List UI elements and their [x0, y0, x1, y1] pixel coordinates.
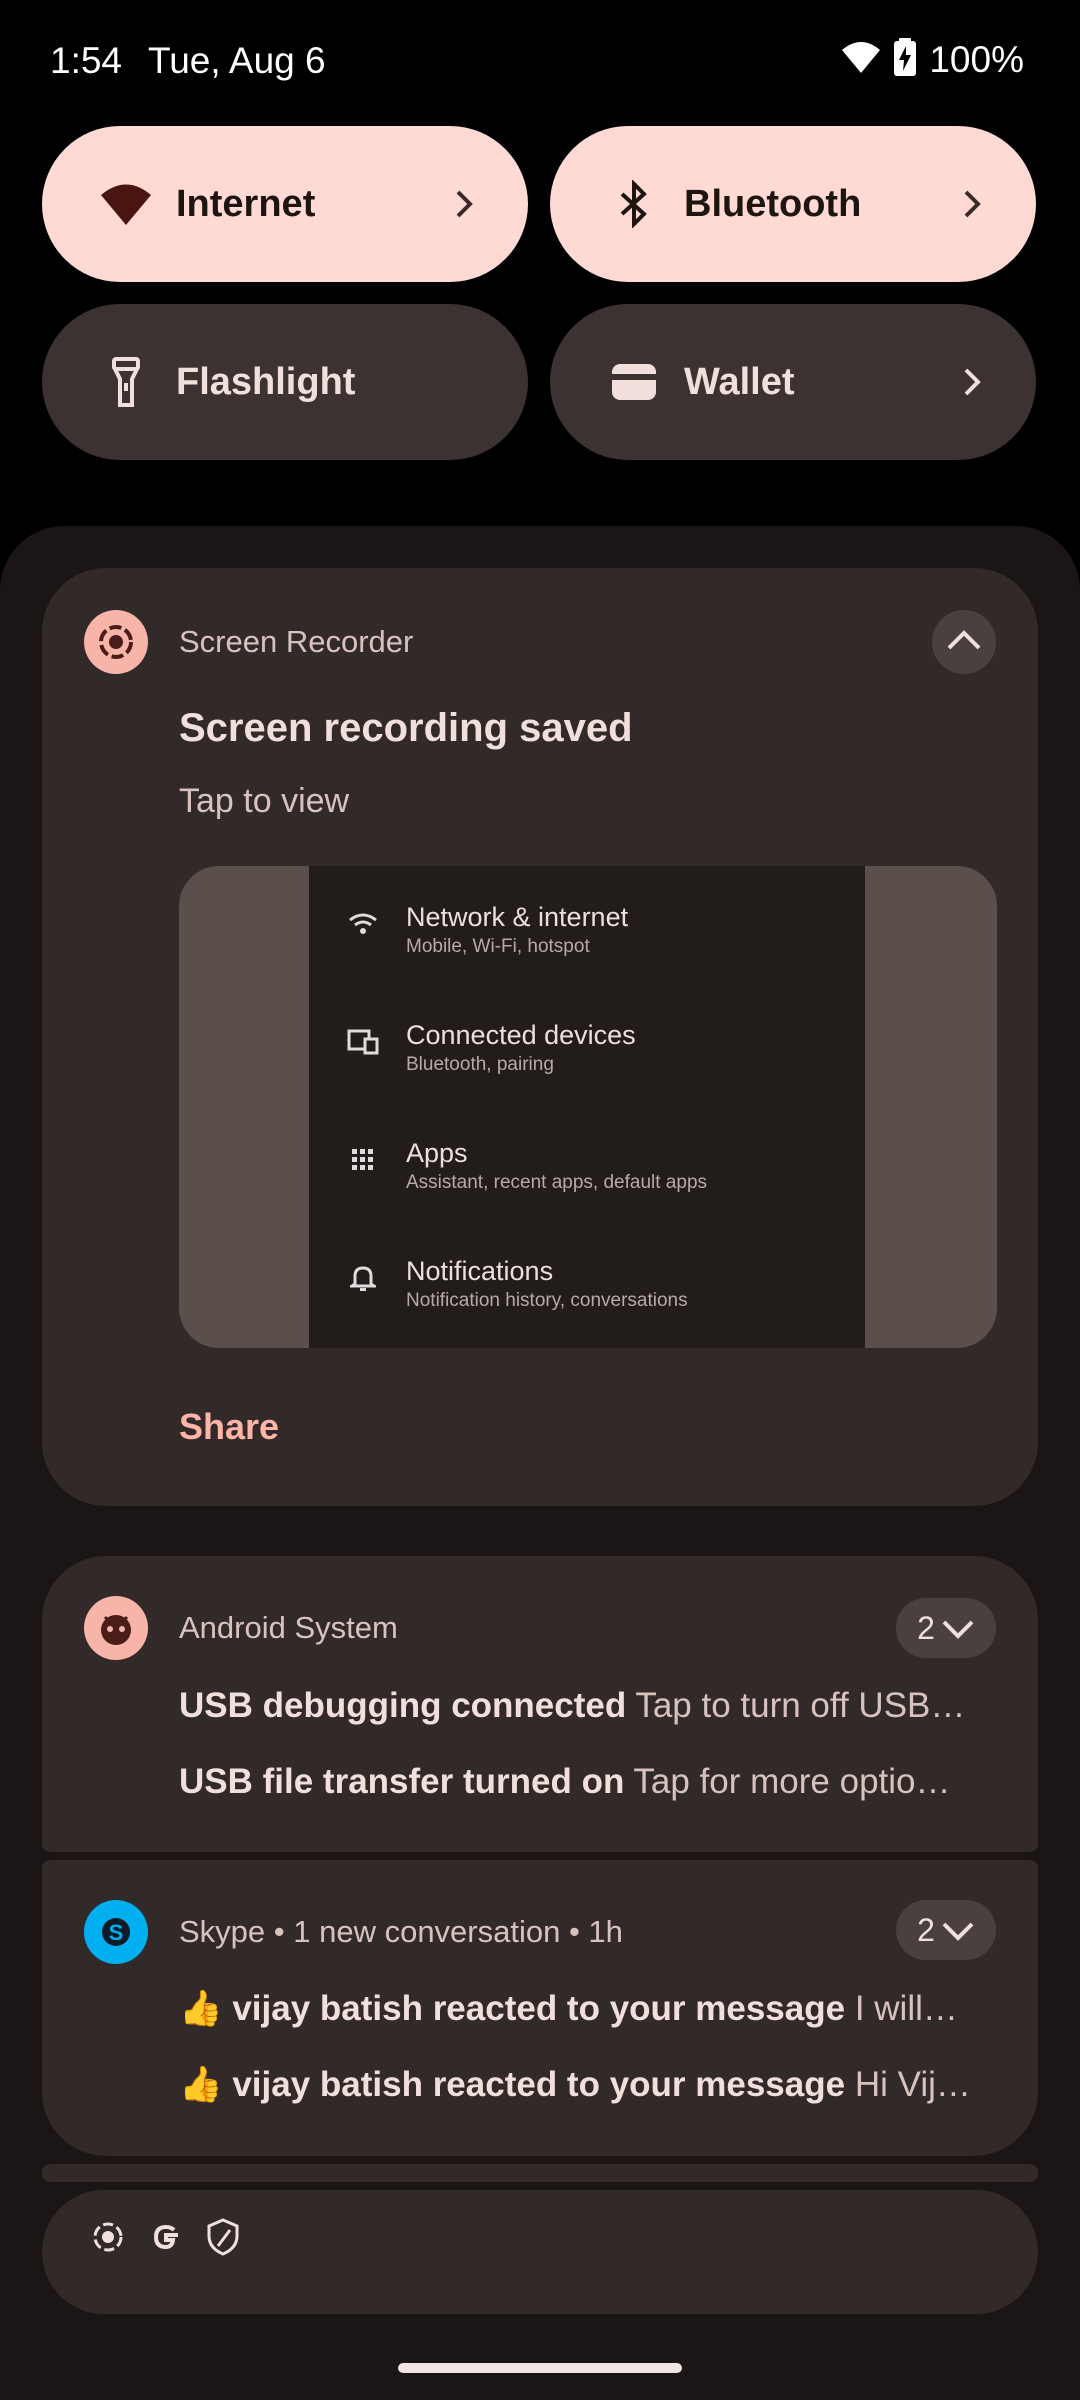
wifi-icon: [347, 908, 379, 940]
bluetooth-icon: [608, 178, 660, 230]
preview-item-title: Notifications: [406, 1256, 554, 1286]
battery-percent: 100%: [929, 38, 1024, 80]
tile-internet[interactable]: Internet: [42, 126, 528, 282]
tile-label: Flashlight: [176, 360, 356, 403]
silent-notifications-row[interactable]: [42, 2190, 1038, 2314]
notification-screen-recorder[interactable]: Screen Recorder Screen recording saved T…: [42, 568, 1038, 1506]
status-date: Tue, Aug 6: [148, 40, 326, 81]
app-name: Screen Recorder: [179, 624, 414, 659]
line-text: Hi Vij…: [854, 2065, 971, 2104]
screen-recorder-icon: [84, 610, 148, 674]
tile-bluetooth[interactable]: Bluetooth: [550, 126, 1036, 282]
notification-subtitle: Tap to view: [179, 782, 350, 820]
home-gesture-bar[interactable]: [398, 2363, 682, 2373]
tile-flashlight[interactable]: Flashlight: [42, 304, 528, 460]
notification-title: Screen recording saved: [179, 706, 633, 750]
tile-label: Internet: [176, 182, 316, 225]
preview-item-subtitle: Bluetooth, pairing: [406, 1054, 554, 1075]
line-title: vijay batish reacted to your message: [232, 2065, 846, 2104]
status-time: 1:54: [50, 40, 123, 81]
preview-item-title: Connected devices: [406, 1020, 636, 1050]
silent-app-icons: [90, 2218, 240, 2261]
line-text: I will…: [854, 1989, 958, 2028]
chevron-right-icon: [952, 362, 992, 402]
skype-icon: S: [84, 1900, 148, 1964]
notification-header: Skype • 1 new conversation • 1h: [179, 1914, 623, 1949]
preview-screen: Network & internet Mobile, Wi-Fi, hotspo…: [309, 866, 865, 1348]
recording-preview[interactable]: Network & internet Mobile, Wi-Fi, hotspo…: [179, 866, 997, 1348]
preview-item-subtitle: Notification history, conversations: [406, 1290, 688, 1311]
status-bar: 1:54 Tue, Aug 6 100%: [0, 0, 1080, 126]
chevron-right-icon: [444, 184, 484, 224]
collapse-button[interactable]: [932, 610, 996, 674]
notification-skype[interactable]: S Skype • 1 new conversation • 1h 2 👍 vi…: [42, 1860, 1038, 2156]
line-title: USB file transfer turned on: [179, 1762, 625, 1801]
battery-charging-icon: [893, 38, 917, 81]
tile-label: Bluetooth: [684, 182, 862, 225]
thumbs-up-icon: 👍: [179, 1989, 223, 2028]
bell-icon: [347, 1262, 379, 1294]
preview-item-title: Apps: [406, 1138, 468, 1168]
notification-line: USB debugging connected Tap to turn off …: [179, 1686, 999, 1726]
google-icon: [148, 2219, 184, 2260]
notification-count: 2: [917, 1911, 935, 1948]
preview-item: Notifications Notification history, conv…: [309, 1220, 865, 1338]
preview-item-subtitle: Mobile, Wi-Fi, hotspot: [406, 936, 590, 957]
tile-label: Wallet: [684, 360, 795, 403]
android-system-icon: [84, 1596, 148, 1660]
wifi-icon: [100, 178, 152, 230]
chevron-up-icon: [946, 629, 982, 656]
notification-android-system[interactable]: Android System 2 USB debugging connected…: [42, 1556, 1038, 1852]
notification-line: 👍 vijay batish reacted to your message H…: [179, 2064, 999, 2105]
notification-line: 👍 vijay batish reacted to your message I…: [179, 1988, 999, 2029]
devices-icon: [347, 1026, 379, 1058]
chevron-right-icon: [952, 184, 992, 224]
chevron-down-icon: [941, 1610, 975, 1647]
shield-icon: [206, 2218, 240, 2261]
preview-item: Apps Assistant, recent apps, default app…: [309, 1102, 865, 1220]
flashlight-icon: [100, 356, 152, 408]
thumbs-up-icon: 👍: [179, 2065, 223, 2104]
preview-item-subtitle: Assistant, recent apps, default apps: [406, 1172, 708, 1193]
share-button[interactable]: Share: [179, 1406, 279, 1448]
tile-wallet[interactable]: Wallet: [550, 304, 1036, 460]
preview-item: Network & internet Mobile, Wi-Fi, hotspo…: [309, 866, 865, 984]
preview-item: Connected devices Bluetooth, pairing: [309, 984, 865, 1102]
status-indicators: 100%: [841, 38, 1024, 81]
line-title: USB debugging connected: [179, 1686, 627, 1725]
svg-text:S: S: [109, 1920, 124, 1945]
wallet-icon: [608, 356, 660, 408]
apps-grid-icon: [347, 1144, 379, 1176]
notification-overflow-strip[interactable]: [42, 2164, 1038, 2182]
chevron-down-icon: [941, 1912, 975, 1949]
preview-item-title: Network & internet: [406, 902, 629, 932]
expand-button[interactable]: 2: [896, 1598, 996, 1658]
screen-recorder-icon: [90, 2219, 126, 2260]
wifi-signal-icon: [841, 40, 881, 79]
line-text: Tap to turn off USB…: [635, 1686, 966, 1725]
line-text: Tap for more optio…: [633, 1762, 951, 1801]
expand-button[interactable]: 2: [896, 1900, 996, 1960]
app-name: Android System: [179, 1610, 398, 1645]
notification-count: 2: [917, 1609, 935, 1646]
line-title: vijay batish reacted to your message: [232, 1989, 846, 2028]
notification-line: USB file transfer turned on Tap for more…: [179, 1762, 999, 1802]
